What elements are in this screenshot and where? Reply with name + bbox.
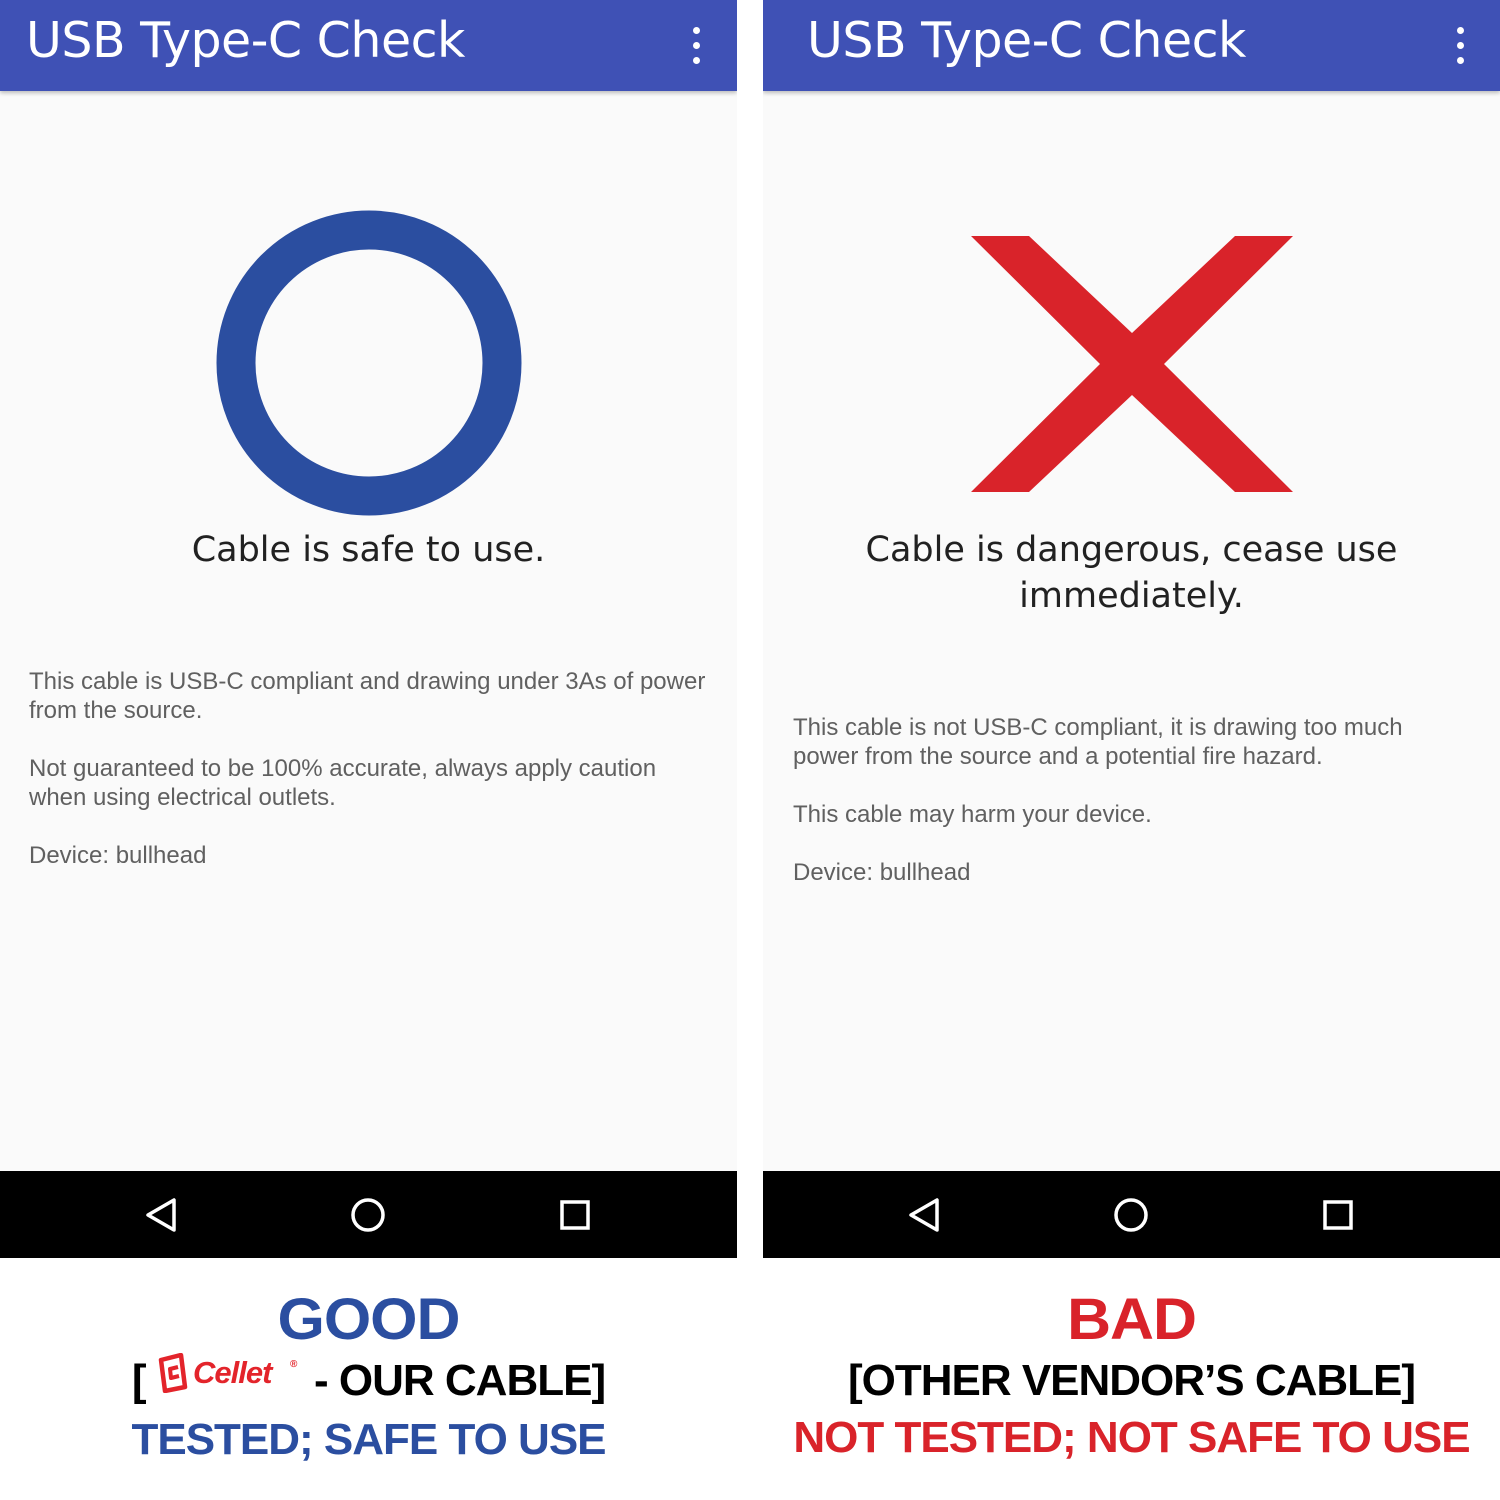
ring-icon bbox=[216, 210, 522, 516]
screen-dangerous-cable: USB Type-C Check Cable is dangerous, cea… bbox=[763, 0, 1500, 1258]
caption-good: GOOD [ Cellet ® - OUR CABLE] TESTED; SAF… bbox=[0, 1288, 737, 1468]
caption-bad: BAD [OTHER VENDOR’S CABLE] NOT TESTED; N… bbox=[763, 1288, 1500, 1466]
status-headline: Cable is dangerous, cease use immediatel… bbox=[865, 530, 1398, 616]
caption-label: [ Cellet ® - OUR CABLE] bbox=[0, 1352, 737, 1412]
app-bar: USB Type-C Check bbox=[763, 0, 1500, 91]
status-headline: Cable is safe to use. bbox=[191, 530, 546, 570]
nav-bar bbox=[763, 1171, 1500, 1258]
cellet-logo: Cellet ® bbox=[157, 1350, 303, 1408]
caption-subtitle: NOT TESTED; NOT SAFE TO USE bbox=[793, 1413, 1470, 1462]
screen-safe-cable: USB Type-C Check Cable is safe to use. T… bbox=[0, 0, 737, 1258]
caption-subtitle: TESTED; SAFE TO USE bbox=[131, 1415, 606, 1465]
device-label: Device: bullhead bbox=[29, 842, 207, 869]
home-icon[interactable] bbox=[348, 1195, 388, 1235]
bracket-open: [ bbox=[131, 1356, 147, 1405]
info-paragraph: This cable may harm your device. bbox=[793, 801, 1152, 828]
info-paragraph: Not guaranteed to be 100% accurate, alwa… bbox=[29, 755, 657, 811]
caption-title: BAD bbox=[1067, 1287, 1197, 1352]
caption-label-text: - OUR CABLE] bbox=[314, 1356, 606, 1405]
recents-icon[interactable] bbox=[555, 1195, 595, 1235]
home-icon[interactable] bbox=[1111, 1195, 1151, 1235]
cellet-brand-text: Cellet bbox=[193, 1355, 274, 1390]
back-icon[interactable] bbox=[142, 1195, 182, 1235]
info-paragraph: This cable is USB-C compliant and drawin… bbox=[29, 668, 706, 724]
caption-label: [OTHER VENDOR’S CABLE] bbox=[847, 1356, 1416, 1405]
caption-title: GOOD bbox=[277, 1287, 461, 1352]
app-bar: USB Type-C Check bbox=[0, 0, 737, 91]
nav-bar bbox=[0, 1171, 737, 1258]
info-paragraph: This cable is not USB-C compliant, it is… bbox=[793, 714, 1403, 770]
app-title: USB Type-C Check bbox=[26, 12, 465, 69]
app-title: USB Type-C Check bbox=[807, 12, 1246, 69]
info-text: This cable is USB-C compliant and drawin… bbox=[29, 667, 709, 899]
recents-icon[interactable] bbox=[1318, 1195, 1358, 1235]
registered-mark: ® bbox=[290, 1359, 298, 1370]
device-label: Device: bullhead bbox=[793, 859, 971, 886]
back-icon[interactable] bbox=[905, 1195, 945, 1235]
info-text: This cable is not USB-C compliant, it is… bbox=[793, 713, 1473, 916]
more-options-icon[interactable] bbox=[1451, 26, 1471, 66]
cross-icon bbox=[971, 236, 1293, 492]
more-options-icon[interactable] bbox=[687, 26, 707, 66]
cellet-logo-mark: Cellet ® bbox=[158, 1353, 299, 1394]
